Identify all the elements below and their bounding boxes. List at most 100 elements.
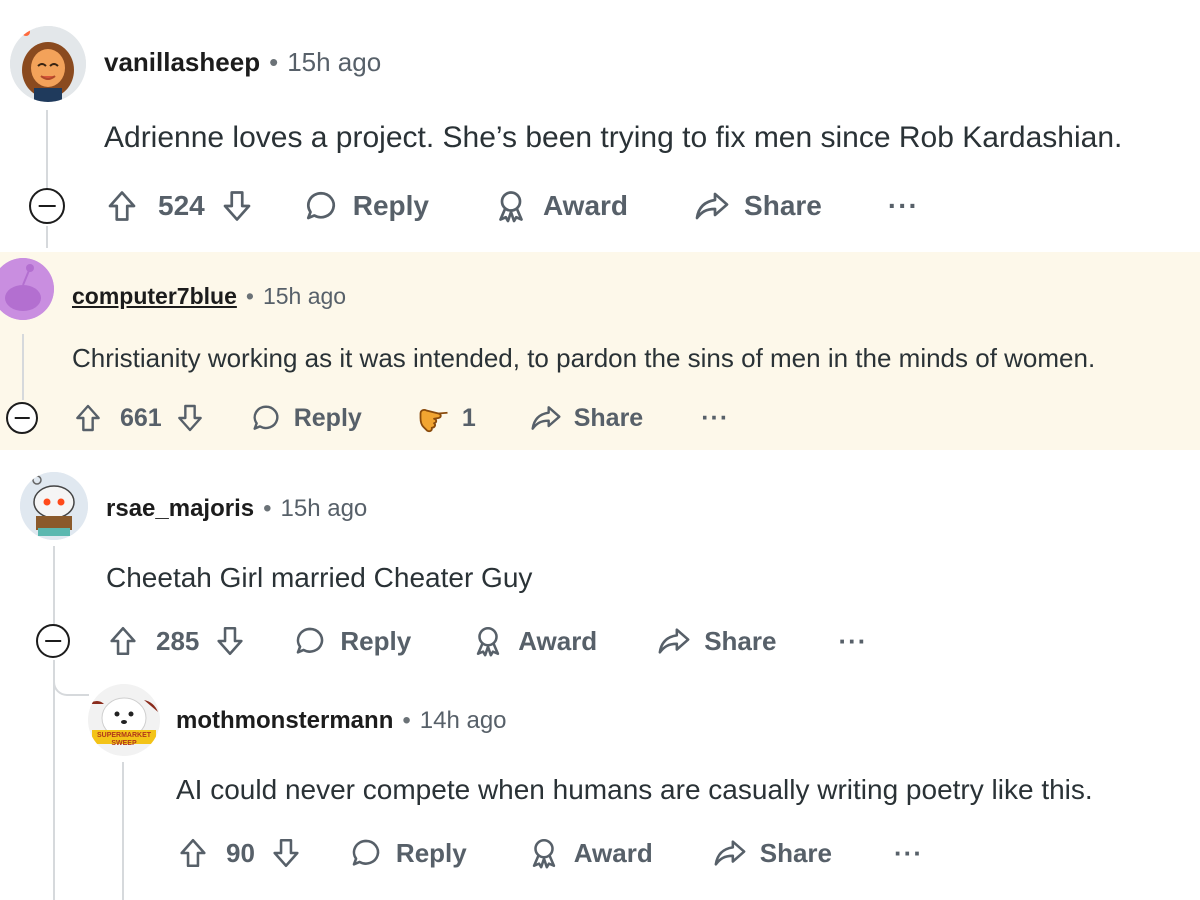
comment-meta: vanillasheep • 15h ago [104,46,381,78]
vote-score: 524 [158,190,205,221]
avatar[interactable]: SUPERMARKET SWEEP [88,684,160,756]
avatar[interactable] [20,472,88,540]
upvote-icon [110,626,136,656]
share-button[interactable]: Share [694,188,822,224]
timestamp[interactable]: 15h ago [263,283,346,310]
comment-actions: 661 Reply 1 Share ··· [72,400,729,436]
collapse-button[interactable] [6,402,38,434]
award-label: Award [542,190,629,221]
share-button[interactable]: Share [713,836,832,870]
username[interactable]: mothmonstermann [176,707,393,735]
thread-line [122,762,124,900]
username[interactable]: rsae_majoris [106,495,254,523]
comment-text: Adrienne loves a project. She’s been try… [104,121,1123,154]
reply-icon [253,405,279,430]
more-options-button[interactable]: ··· [894,838,923,869]
downvote-button[interactable] [174,401,206,435]
avatar[interactable] [10,26,86,102]
share-label: Share [744,190,822,221]
downvote-button[interactable] [219,187,255,225]
comment-actions: 90 Reply Award Share ··· [176,834,923,872]
vote-score: 285 [156,625,200,656]
upvote-button[interactable] [176,835,210,871]
comment-meta: rsae_majoris • 15h ago [106,494,367,524]
reply-label: Reply [340,625,412,656]
collapse-button[interactable] [29,188,65,224]
reply-button[interactable]: Reply [250,402,362,434]
downvote-icon [273,838,299,868]
award-count: 1 [461,403,476,432]
thread-line [53,660,55,900]
timestamp[interactable]: 15h ago [287,47,381,78]
separator: • [263,495,272,522]
comment-meta: mothmonstermann • 14h ago [176,706,507,736]
share-icon [695,192,729,220]
reply-icon [306,191,335,220]
timestamp[interactable]: 14h ago [420,707,507,735]
reply-label: Reply [395,837,467,868]
award-button[interactable]: Award [471,624,597,658]
upvote-icon [108,191,136,221]
award-button[interactable]: Award [527,836,653,870]
thread-line [46,110,48,190]
award-button[interactable]: Award [493,188,628,224]
award-label: Award [573,837,653,868]
reply-button[interactable]: Reply [349,836,467,870]
reply-label: Reply [293,403,362,432]
thread-line [46,226,48,248]
reply-icon [297,627,324,654]
share-icon [531,406,561,430]
share-button[interactable]: Share [657,624,776,658]
reply-button[interactable]: Reply [303,188,429,224]
downvote-icon [177,404,202,432]
downvote-icon [223,191,251,221]
timestamp[interactable]: 15h ago [281,495,368,523]
separator: • [245,282,254,309]
upvote-icon [180,838,206,868]
share-icon [714,840,746,866]
thread-branch [53,660,89,696]
vote-score: 90 [226,837,255,868]
more-options-button[interactable]: ··· [701,404,729,433]
pointing-hand-award-icon [419,409,448,433]
separator: • [269,46,279,77]
share-label: Share [759,837,832,868]
reply-button[interactable]: Reply [293,624,411,658]
avatar-image [10,26,86,102]
upvote-button[interactable] [104,187,140,225]
share-label: Share [704,625,777,656]
award-icon [499,191,523,223]
avatar-image [20,472,88,540]
reply-icon [352,839,380,866]
comment-actions: 285 Reply Award Share ··· [106,622,867,660]
username[interactable]: vanillasheep [104,47,260,78]
award-button[interactable]: 1 [416,400,476,436]
collapse-button[interactable] [36,624,70,658]
award-label: Award [518,625,598,656]
award-icon [532,838,555,869]
vote-score: 661 [120,403,162,432]
award-icon [477,626,500,657]
upvote-button[interactable] [106,623,140,659]
share-button[interactable]: Share [530,402,643,434]
downvote-button[interactable] [269,835,303,871]
comment-meta: computer7blue • 15h ago [72,282,346,310]
comment-actions: 524 Reply Award Share ··· [104,186,919,226]
upvote-icon [76,404,100,432]
downvote-icon [217,626,243,656]
comment-text: Cheetah Girl married Cheater Guy [106,562,533,593]
avatar-caption: SUPERMARKET SWEEP [96,732,152,747]
downvote-button[interactable] [213,623,247,659]
separator: • [402,707,411,734]
reply-label: Reply [352,190,429,221]
thread-line [22,334,24,400]
more-options-button[interactable]: ··· [838,626,867,657]
comment-text: AI could never compete when humans are c… [176,774,1093,805]
username[interactable]: computer7blue [72,283,237,310]
share-label: Share [573,403,644,432]
comment-text: Christianity working as it was intended,… [72,343,1096,373]
share-icon [658,628,690,654]
upvote-button[interactable] [72,401,104,435]
thread-line [53,546,55,626]
more-options-button[interactable]: ··· [888,190,919,222]
